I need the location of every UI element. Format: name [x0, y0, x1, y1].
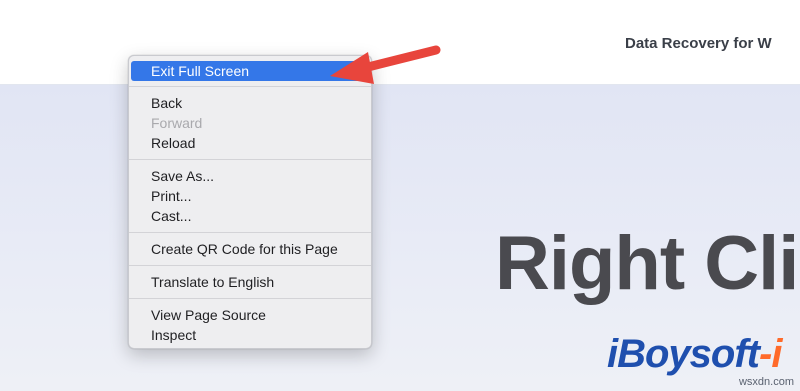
logo-text: iBoysoft — [607, 332, 760, 376]
hero-title: Right Clic — [495, 221, 800, 306]
header-title[interactable]: Data Recovery for W — [625, 35, 772, 52]
watermark: wsxdn.com — [738, 376, 794, 388]
menu-separator — [129, 232, 371, 233]
menu-item-save-as[interactable]: Save As... — [129, 166, 371, 186]
menu-item-print[interactable]: Print... — [129, 186, 371, 206]
red-arrow-icon — [330, 45, 441, 84]
menu-item-back[interactable]: Back — [129, 93, 371, 113]
menu-separator — [129, 265, 371, 266]
menu-separator — [129, 298, 371, 299]
menu-item-view-page-source[interactable]: View Page Source — [129, 305, 371, 325]
menu-item-create-qr-code[interactable]: Create QR Code for this Page — [129, 239, 371, 259]
context-menu: Exit Full Screen Back Forward Reload Sav… — [128, 55, 372, 349]
menu-separator — [129, 159, 371, 160]
menu-item-inspect[interactable]: Inspect — [129, 325, 371, 345]
logo-suffix: -i — [759, 332, 782, 376]
iboysoft-logo[interactable]: iBoysoft-i — [607, 332, 782, 377]
menu-item-cast[interactable]: Cast... — [129, 206, 371, 226]
menu-item-reload[interactable]: Reload — [129, 133, 371, 153]
menu-item-translate[interactable]: Translate to English — [129, 272, 371, 292]
menu-item-forward: Forward — [151, 115, 203, 131]
